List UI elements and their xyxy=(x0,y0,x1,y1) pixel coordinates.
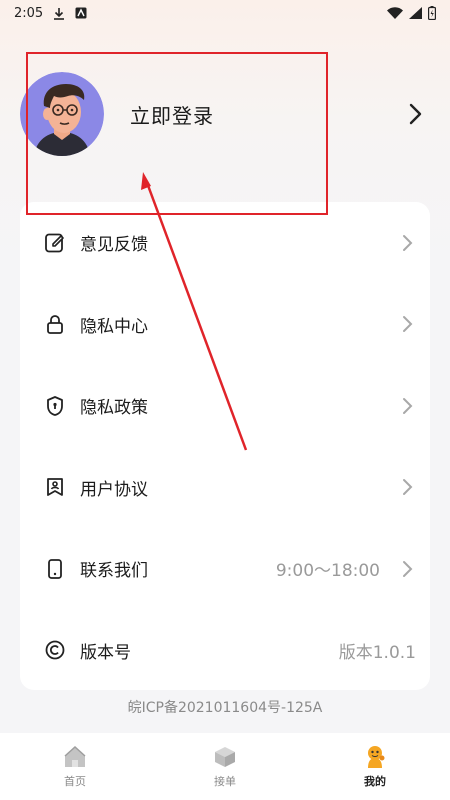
menu-item-label: 意见反馈 xyxy=(80,235,148,256)
menu-item-label: 版本号 xyxy=(80,642,131,663)
copyright-icon xyxy=(44,639,66,661)
menu-item-user-agreement[interactable]: 用户协议 xyxy=(20,447,430,529)
nav-label: 首页 xyxy=(64,775,86,788)
menu-item-label: 隐私中心 xyxy=(80,316,148,337)
shield-icon xyxy=(44,395,66,417)
feedback-edit-icon xyxy=(44,232,66,254)
chevron-right-icon xyxy=(398,315,416,333)
status-time: 2:05 xyxy=(14,5,44,21)
home-icon xyxy=(62,744,88,770)
lock-icon xyxy=(44,313,66,335)
nav-label: 我的 xyxy=(364,775,386,788)
download-icon xyxy=(53,7,65,20)
login-profile-row[interactable]: 立即登录 xyxy=(20,70,430,158)
icp-license-text: 皖ICP备2021011604号-125A xyxy=(127,700,323,716)
bottom-nav: 首页 接单 我的 xyxy=(0,733,450,800)
cartoon-avatar-icon[interactable] xyxy=(20,72,104,156)
chevron-right-icon xyxy=(398,234,416,252)
wifi-icon xyxy=(387,7,403,19)
settings-menu-card: 意见反馈 隐私中心 隐私政策 用户协议 联系我们 9:00～18:00 版本号 … xyxy=(20,202,430,690)
phone-icon xyxy=(44,558,66,580)
menu-item-privacy-center[interactable]: 隐私中心 xyxy=(20,284,430,366)
login-now-label[interactable]: 立即登录 xyxy=(130,100,214,129)
version-value: 版本1.0.1 xyxy=(338,642,416,663)
menu-item-feedback[interactable]: 意见反馈 xyxy=(20,202,430,284)
bookmark-user-icon xyxy=(44,476,66,498)
menu-item-privacy-policy[interactable]: 隐私政策 xyxy=(20,365,430,447)
contact-hours-value: 9:00～18:00 xyxy=(275,561,380,582)
nav-item-home[interactable]: 首页 xyxy=(0,733,150,800)
box-icon xyxy=(212,744,238,770)
menu-item-label: 用户协议 xyxy=(80,479,148,500)
chevron-right-icon xyxy=(398,478,416,496)
menu-item-version: 版本号 版本1.0.1 xyxy=(20,610,430,692)
nav-label: 接单 xyxy=(214,775,236,788)
battery-icon xyxy=(428,6,436,20)
status-bar: 2:05 xyxy=(0,0,450,26)
app-notification-icon xyxy=(75,7,87,19)
menu-item-label: 隐私政策 xyxy=(80,398,148,419)
nav-item-mine[interactable]: 我的 xyxy=(300,733,450,800)
signal-icon xyxy=(409,7,422,19)
nav-item-orders[interactable]: 接单 xyxy=(150,733,300,800)
chevron-right-icon xyxy=(398,560,416,578)
mascot-icon xyxy=(362,744,388,770)
menu-item-label: 联系我们 xyxy=(80,561,148,582)
chevron-right-icon xyxy=(398,397,416,415)
menu-item-contact-us[interactable]: 联系我们 9:00～18:00 xyxy=(20,528,430,610)
chevron-right-icon[interactable] xyxy=(404,103,426,125)
